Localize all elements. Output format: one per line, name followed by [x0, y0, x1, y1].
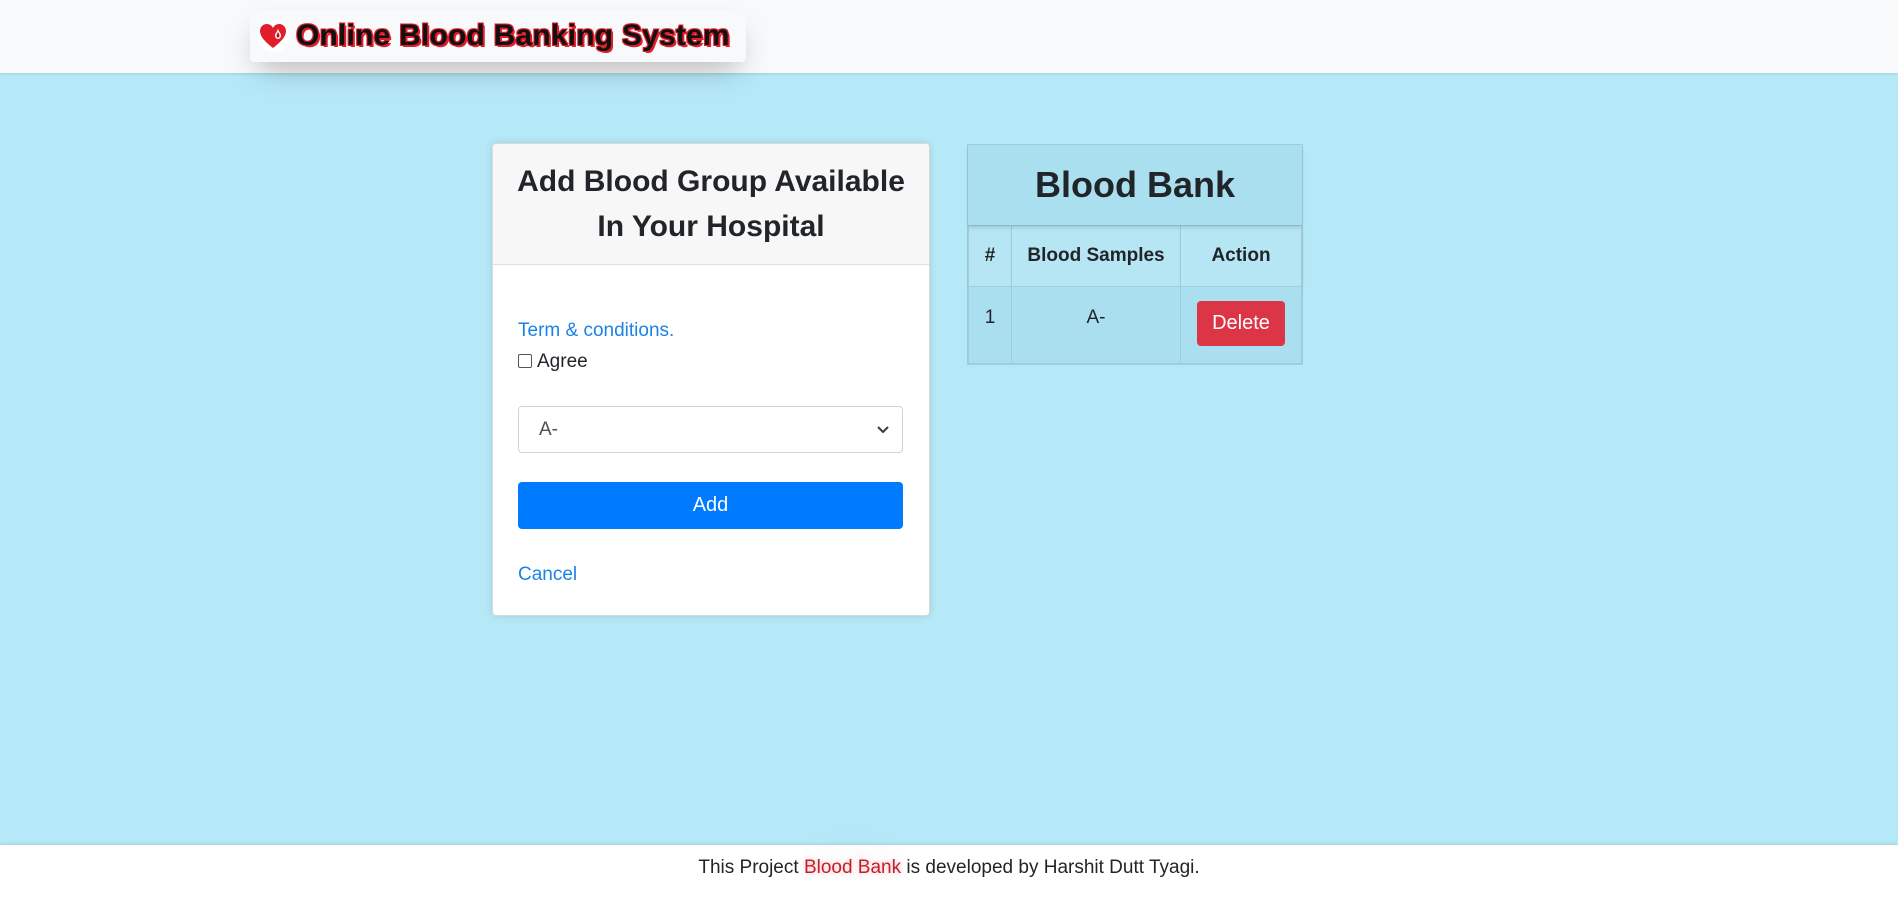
header-index: #	[968, 225, 1012, 287]
row-action: Delete	[1180, 286, 1302, 364]
top-navbar: Online Blood Banking System	[0, 0, 1898, 73]
row-sample-text: A-	[1086, 307, 1106, 328]
blood-drop-heart-icon	[257, 20, 289, 52]
card-title: Add Blood Group Available In Your Hospit…	[517, 165, 905, 243]
brand[interactable]: Online Blood Banking System	[250, 10, 746, 62]
terms-link[interactable]: Term & conditions.	[518, 320, 674, 342]
add-blood-group-card: Add Blood Group Available In Your Hospit…	[492, 143, 930, 616]
select-value: A-	[539, 418, 558, 440]
table-header-row: # Blood Samples Action	[968, 225, 1302, 287]
footer: This Project Blood Bank is developed by …	[0, 845, 1898, 904]
blood-bank-table: # Blood Samples Action 1 A- Delete	[968, 225, 1302, 364]
agree-checkbox[interactable]	[518, 353, 532, 368]
table-row: 1 A- Delete	[968, 286, 1302, 364]
brand-title: Online Blood Banking System	[296, 19, 730, 52]
blood-bank-table-panel: Blood Bank # Blood Samples Action 1 A- D…	[967, 144, 1303, 365]
add-button[interactable]: Add	[518, 482, 903, 529]
header-blood-samples: Blood Samples	[1011, 225, 1181, 287]
agree-label: Agree	[537, 351, 588, 372]
delete-button[interactable]: Delete	[1197, 301, 1285, 346]
row-index-text: 1	[984, 307, 996, 328]
row-sample: A-	[1011, 286, 1181, 364]
blood-group-select[interactable]: A-	[518, 406, 903, 453]
footer-suffix: is developed by Harshit Dutt Tyagi.	[901, 857, 1200, 878]
footer-prefix: This Project	[698, 857, 804, 878]
card-header: Add Blood Group Available In Your Hospit…	[493, 144, 929, 265]
agree-row[interactable]: Agree	[518, 351, 588, 373]
footer-text: This Project Blood Bank is developed by …	[698, 857, 1199, 879]
table-caption: Blood Bank	[968, 145, 1302, 225]
row-index: 1	[968, 286, 1012, 364]
cancel-link[interactable]: Cancel	[518, 564, 577, 586]
footer-project-name: Blood Bank	[803, 857, 902, 878]
chevron-down-icon	[877, 425, 889, 433]
header-action: Action	[1180, 225, 1302, 287]
